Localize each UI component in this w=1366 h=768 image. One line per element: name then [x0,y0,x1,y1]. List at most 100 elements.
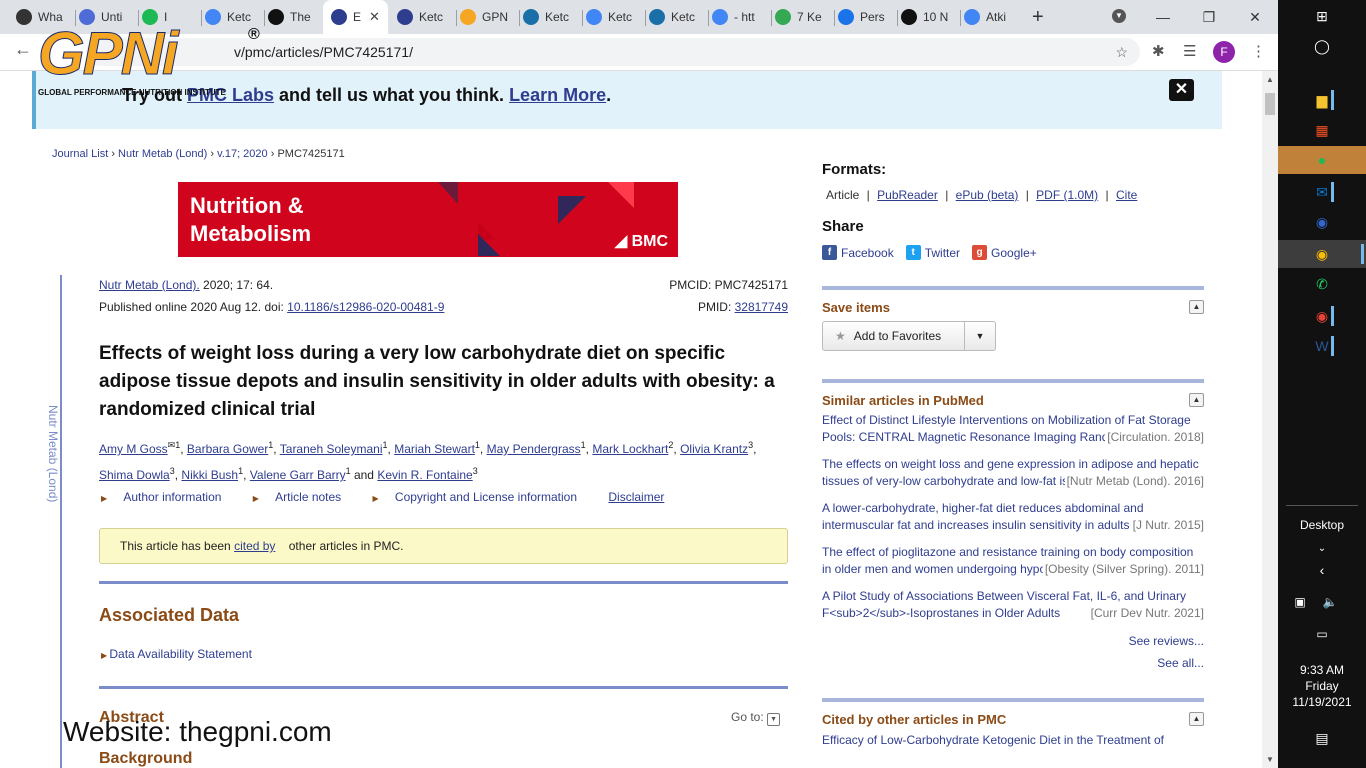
see-reviews-link[interactable]: See reviews... [822,634,1204,648]
format-pdf[interactable]: PDF (1.0M) [1036,188,1098,202]
similar-article-item[interactable]: The effect of pioglitazone and resistanc… [822,544,1204,578]
pmid-line: PMID: 32817749 [697,300,788,314]
format-epub[interactable]: ePub (beta) [956,188,1019,202]
notifications-icon[interactable]: ▤ [1308,724,1336,752]
banner-close-button[interactable]: ✕ [1169,79,1194,101]
search-circle-icon[interactable]: ◯ [1308,32,1336,60]
pmid-link[interactable]: 32817749 [735,300,788,314]
browser-tab[interactable]: Atki [964,6,1006,28]
browser-tab[interactable]: 10 N [901,6,948,28]
share-facebook[interactable]: Facebook [841,246,894,260]
save-items-heading: Save items ▲ [822,300,1204,315]
similar-article-item[interactable]: A lower-carbohydrate, higher-fat diet re… [822,500,1204,534]
author-link[interactable]: Barbara Gower [187,442,268,456]
journal-link[interactable]: Nutr Metab (Lond). [99,278,200,292]
author-link[interactable]: Mark Lockhart [592,442,668,456]
similar-article-item[interactable]: The effects on weight loss and gene expr… [822,456,1204,490]
data-availability-link[interactable]: ▶ Data Availability Statement [101,647,252,661]
browser-tab[interactable]: GPN [460,6,508,28]
learn-more-link[interactable]: Learn More [509,85,606,105]
mail-icon[interactable]: ✉ [1308,178,1336,206]
journal-banner[interactable]: Nutrition & Metabolism ◢ BMC [178,182,678,257]
file-explorer-icon[interactable]: ▆ [1308,86,1336,114]
similar-article-item[interactable]: A Pilot Study of Associations Between Vi… [822,588,1204,622]
browser-tab[interactable]: E ✕ [323,0,388,34]
browser-tab[interactable]: Ketc [397,6,443,28]
author-link[interactable]: Amy M Goss [99,442,168,456]
author-link[interactable]: Mariah Stewart [394,442,475,456]
browser-tab[interactable]: - htt [712,6,755,28]
goto-menu[interactable]: Go to: ▼ [731,710,781,726]
author-link[interactable]: Olivia Krantz [680,442,748,456]
scroll-up-icon[interactable]: ▲ [1266,75,1274,84]
author-link[interactable]: Nikki Bush [181,468,238,482]
twitter-icon: t [905,245,921,260]
word-icon[interactable]: W [1308,332,1336,360]
collapse-icon[interactable]: ▲ [1189,393,1204,407]
share-links: f Facebook t Twitter g Google+ [822,245,1204,260]
similar-article-title: A lower-carbohydrate, higher-fat diet re… [822,501,1178,532]
article-notes-link[interactable]: ▶ Article notes [253,490,355,504]
cited-by-link[interactable]: cited by [234,539,275,553]
author-link[interactable]: Shima Dowla [99,468,170,482]
meet-icon[interactable]: ▣ [1286,588,1314,616]
add-to-favorites-button[interactable]: ★ Add to Favorites ▼ [822,321,996,351]
back-arrow-icon[interactable]: ← [14,39,32,60]
breadcrumb-journal-list[interactable]: Journal List [52,148,108,160]
page-scrollbar[interactable]: ▲ ▼ [1262,71,1278,768]
system-clock[interactable]: 9:33 AM Friday 11/19/2021 [1278,662,1366,710]
author-link[interactable]: Valene Garr Barry [250,468,346,482]
chrome-taskbar-icon[interactable]: ◉ [1278,240,1366,268]
disclaimer-link[interactable]: Disclaimer [608,490,664,504]
bookmark-star-icon[interactable]: ☆ [1115,38,1128,66]
tray-expand-icon[interactable]: ‹ [1308,556,1336,584]
breadcrumb-journal[interactable]: Nutr Metab (Lond) [118,148,207,160]
extensions-icon[interactable]: ✱ [1152,42,1165,60]
logo-wordmark: GPNi [38,20,180,87]
scroll-down-icon[interactable]: ▼ [1266,755,1274,764]
restore-button[interactable]: ❐ [1186,0,1232,34]
profile-avatar[interactable]: F [1213,41,1235,63]
whatsapp-icon[interactable]: ✆ [1308,270,1336,298]
cited-by-item[interactable]: Efficacy of Low-Carbohydrate Ketogenic D… [822,732,1204,749]
volume-icon[interactable]: 🔈 [1316,588,1344,616]
author-information-link[interactable]: ▶ Author information [101,490,235,504]
reading-list-icon[interactable]: ☰ [1183,42,1196,60]
favorites-dropdown-icon[interactable]: ▼ [964,322,995,350]
browser-tab[interactable]: Pers [838,6,885,28]
author-link[interactable]: May Pendergrass [487,442,581,456]
browser-tab[interactable]: Ketc [586,6,632,28]
share-twitter[interactable]: Twitter [925,246,960,260]
store-icon[interactable]: ▦ [1308,116,1336,144]
minimize-button[interactable]: — [1140,0,1186,34]
keto-icon [649,9,665,25]
collapse-icon[interactable]: ▲ [1189,712,1204,726]
browser-tab[interactable]: 7 Ke [775,6,822,28]
edge-icon[interactable]: ◉ [1308,208,1336,236]
author-link[interactable]: Taraneh Soleymani [280,442,383,456]
windows-start-icon[interactable]: ⊞ [1308,2,1336,30]
tab-close-icon[interactable]: ✕ [369,9,380,25]
copyright-link[interactable]: ▶ Copyright and License information [373,490,591,504]
breadcrumb-volume[interactable]: v.17; 2020 [217,148,268,160]
spotify-taskbar-icon[interactable]: ● [1278,146,1366,174]
author-link[interactable]: Kevin R. Fontaine [377,468,472,482]
format-pubreader[interactable]: PubReader [877,188,938,202]
keyboard-icon[interactable]: ▭ [1308,620,1336,648]
desktop-label[interactable]: Desktop [1278,518,1366,532]
browser-tab[interactable]: Ketc [649,6,695,28]
new-tab-button[interactable]: + [1032,6,1044,29]
tab-search-icon[interactable]: ▼ [1112,9,1126,23]
chrome-profile-icon[interactable]: ◉ [1308,302,1336,330]
close-window-button[interactable]: ✕ [1232,0,1278,34]
menu-kebab-icon[interactable]: ⋮ [1251,42,1266,60]
doi-link[interactable]: 10.1186/s12986-020-00481-9 [287,300,444,314]
share-google-plus[interactable]: Google+ [991,246,1037,260]
format-cite[interactable]: Cite [1116,188,1137,202]
see-all-link[interactable]: See all... [822,656,1204,670]
scroll-thumb[interactable] [1265,93,1275,115]
collapse-icon[interactable]: ▲ [1189,300,1204,314]
tab-separator [582,10,583,26]
browser-tab[interactable]: Ketc [523,6,569,28]
similar-article-item[interactable]: Effect of Distinct Lifestyle Interventio… [822,412,1204,446]
